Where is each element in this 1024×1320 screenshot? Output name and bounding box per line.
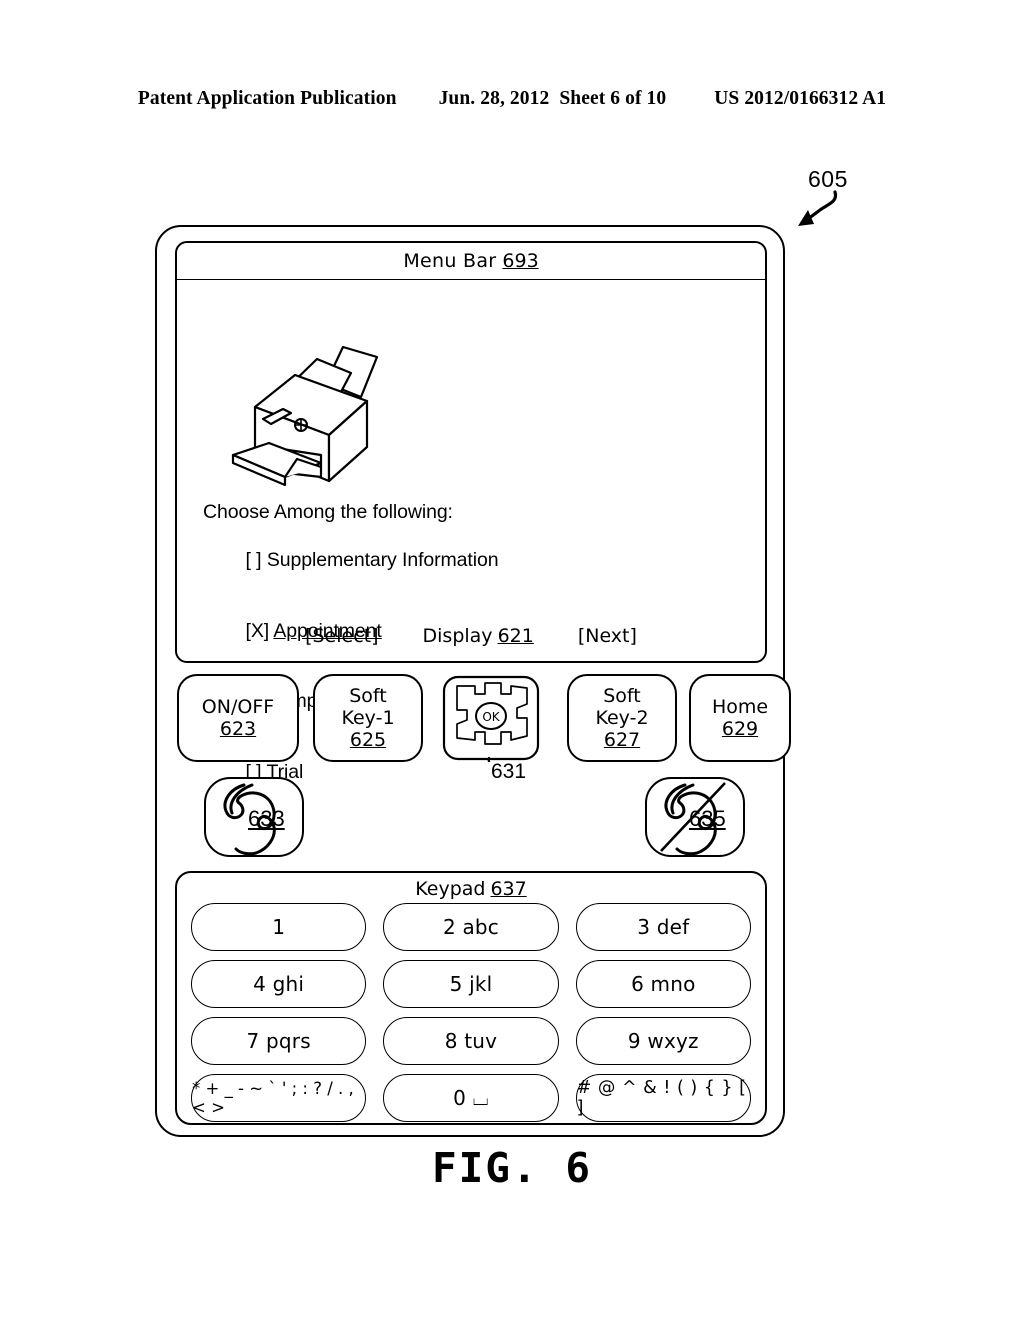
choice-option-supplementary-information[interactable]: [ ] Supplementary Information [203,526,499,597]
key-6[interactable]: 6 mno [575,960,751,1008]
keypad: Keypad 637 1 2 abc 3 def 4 ghi 5 jkl 6 mn… [175,871,767,1125]
soft-key-1-label-line1: Soft [349,685,387,707]
key-5[interactable]: 5 jkl [383,960,559,1008]
softkey-label-next[interactable]: [Next] [578,625,637,647]
display-label: Display [422,625,493,647]
key-7[interactable]: 7 pqrs [191,1017,367,1065]
soft-key-2-label-line2: Key-2 [595,707,649,729]
home-button-label: Home [711,696,769,718]
menu-bar-reference: 693 [502,250,539,272]
key-4[interactable]: 4 ghi [191,960,367,1008]
softkey-label-select[interactable]: [Select] [305,625,378,647]
soft-key-2-reference: 627 [603,729,641,751]
menu-bar-label: Menu Bar [403,250,497,272]
send-call-button[interactable]: 633 [204,777,304,857]
navigation-pad[interactable]: OK [441,674,541,767]
choice-marker: [ ] [245,549,262,571]
soft-key-1-reference: 625 [349,729,387,751]
menu-bar[interactable]: Menu Bar 693 [177,243,765,280]
key-0-space[interactable]: 0 ⌴ [383,1074,559,1122]
soft-key-2-label-line1: Soft [603,685,641,707]
navigation-pad-reference: 631 [491,760,527,783]
display-reference: 621 [497,625,534,647]
key-2[interactable]: 2 abc [383,903,559,951]
printer-illustration-icon [231,345,379,487]
soft-key-2-button[interactable]: Soft Key-2 627 [567,674,677,762]
mobile-device: Menu Bar 693 Choose Among the following:… [155,225,791,1137]
svg-text:OK: OK [482,710,500,724]
soft-key-1-label-line2: Key-1 [341,707,395,729]
power-button-label: ON/OFF [201,696,275,718]
home-button[interactable]: Home 629 [689,674,791,762]
navigation-pad-icon: OK [442,675,540,767]
keypad-reference: 637 [490,878,527,900]
patent-number: US 2012/0166312 A1 [714,88,887,109]
sheet-number: Sheet 6 of 10 [559,88,667,109]
device-display: Menu Bar 693 Choose Among the following:… [175,241,767,783]
display-softkey-legend: [Select] Display 621 [Next] [177,625,765,647]
key-8[interactable]: 8 tuv [383,1017,559,1065]
reference-leader-arrow-icon [798,190,838,226]
keypad-grid: 1 2 abc 3 def 4 ghi 5 jkl 6 mno 7 pqrs 8… [191,903,751,1122]
end-call-reference: 635 [689,806,726,831]
send-call-reference: 633 [248,806,285,831]
control-button-row: ON/OFF 623 Soft Key-1 625 OK 631 Soft Ke… [169,674,791,783]
page-header: Patent Application Publication Jun. 28, … [0,88,1024,110]
keypad-label: Keypad [415,878,486,900]
power-button-reference: 623 [219,718,257,740]
figure-caption: FIG. 6 [431,1144,593,1192]
keypad-title: Keypad 637 [177,878,765,902]
home-button-reference: 629 [721,718,759,740]
key-hash-symbols[interactable]: # @ ^ & ! ( ) { } [ ] [575,1074,751,1122]
key-9[interactable]: 9 wxyz [575,1017,751,1065]
power-button[interactable]: ON/OFF 623 [177,674,299,762]
key-star-symbols[interactable]: * + _ - ~ ` ' ; : ? / . , < > [191,1074,367,1122]
key-3[interactable]: 3 def [575,903,751,951]
choice-prompt: Choose Among the following: [203,501,453,523]
display-reference-group: Display 621 [423,625,534,647]
soft-key-1-button[interactable]: Soft Key-1 625 [313,674,423,762]
choice-label: Supplementary Information [266,549,499,571]
publication-label: Patent Application Publication [137,88,397,109]
publication-date: Jun. 28, 2012 [438,88,550,109]
end-call-button[interactable]: 635 [645,777,745,857]
key-1[interactable]: 1 [191,903,367,951]
